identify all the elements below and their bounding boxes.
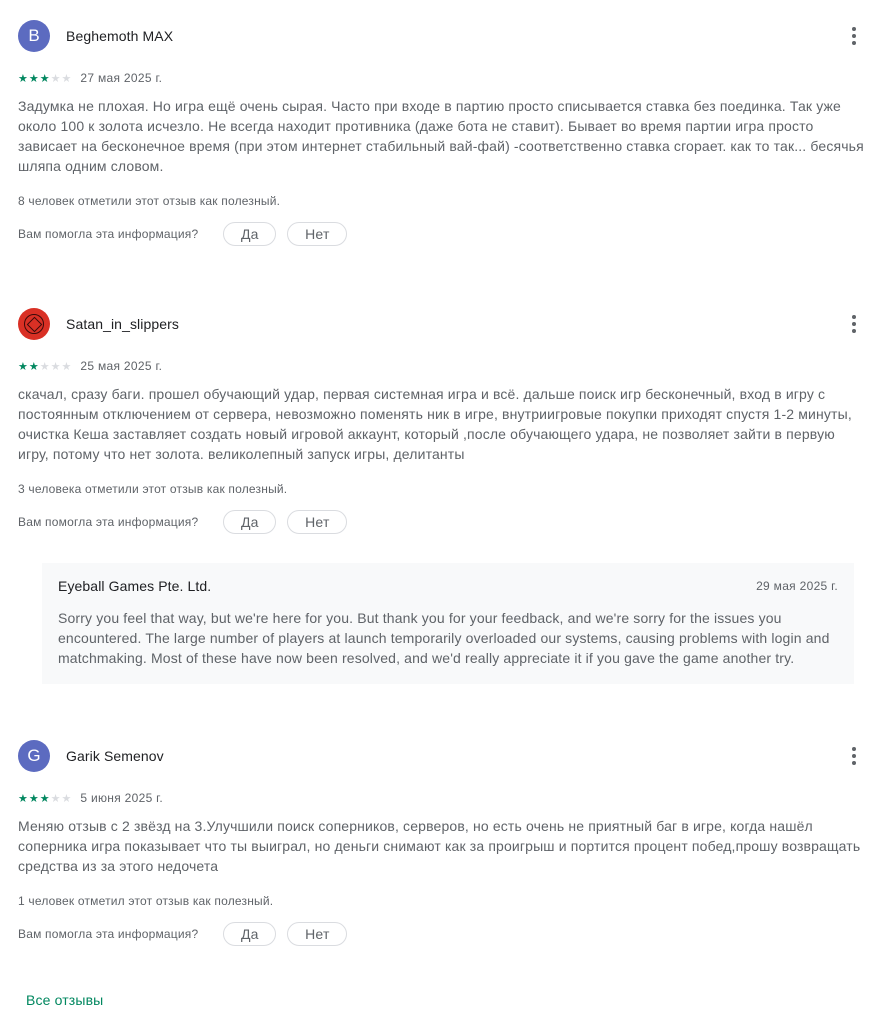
all-reviews-link[interactable]: Все отзывы bbox=[26, 992, 103, 1008]
helpful-feedback: Вам помогла эта информация? Да Нет bbox=[18, 510, 868, 534]
helpful-question: Вам помогла эта информация? bbox=[18, 515, 199, 529]
reply-date: 29 мая 2025 г. bbox=[756, 579, 838, 593]
review-meta: ★ ★ ★ ★ ★ 25 мая 2025 г. bbox=[18, 358, 868, 374]
star-empty-icon: ★ bbox=[61, 791, 72, 805]
star-filled-icon: ★ bbox=[18, 791, 28, 805]
review-text: Меняю отзыв с 2 звёзд на 3.Улучшили поис… bbox=[18, 818, 861, 874]
review-header: G Garik Semenov bbox=[18, 739, 868, 773]
review-author: Beghemoth MAX bbox=[66, 28, 174, 44]
star-filled-icon: ★ bbox=[28, 71, 39, 85]
review-date: 27 мая 2025 г. bbox=[80, 71, 163, 85]
star-filled-icon: ★ bbox=[18, 71, 28, 85]
reply-header: Eyeball Games Pte. Ltd. 29 мая 2025 г. bbox=[58, 578, 838, 594]
star-rating: ★ ★ ★ ★ ★ bbox=[18, 361, 71, 372]
avatar bbox=[18, 308, 50, 340]
star-empty-icon: ★ bbox=[50, 791, 61, 805]
review-meta: ★ ★ ★ ★ ★ 27 мая 2025 г. bbox=[18, 70, 868, 86]
helpful-count: 1 человек отметил этот отзыв как полезны… bbox=[18, 894, 274, 908]
star-empty-icon: ★ bbox=[50, 71, 61, 85]
avatar: G bbox=[18, 740, 50, 772]
review-author: Garik Semenov bbox=[66, 748, 164, 764]
star-filled-icon: ★ bbox=[39, 71, 50, 85]
helpful-question: Вам помогла эта информация? bbox=[18, 227, 199, 241]
helpful-yes-button[interactable]: Да bbox=[223, 922, 277, 946]
star-rating: ★ ★ ★ ★ ★ bbox=[18, 793, 71, 804]
avatar-letter: G bbox=[27, 746, 41, 765]
review-card: Satan_in_slippers ★ ★ ★ ★ ★ 25 мая 2025 г. с… bbox=[18, 307, 868, 534]
review-card: B Beghemoth MAX ★ ★ ★ ★ ★ 27 мая 2025 г. Зад… bbox=[18, 19, 868, 246]
avatar-letter: B bbox=[28, 26, 40, 45]
avatar: B bbox=[18, 20, 50, 52]
star-filled-icon: ★ bbox=[28, 791, 39, 805]
developer-name: Eyeball Games Pte. Ltd. bbox=[58, 578, 212, 594]
review-date: 25 мая 2025 г. bbox=[80, 359, 163, 373]
star-filled-icon: ★ bbox=[18, 359, 28, 373]
review-text: скачал, сразу баги. прошел обучающий уда… bbox=[18, 386, 852, 462]
helpful-no-button[interactable]: Нет bbox=[287, 510, 348, 534]
helpful-feedback: Вам помогла эта информация? Да Нет bbox=[18, 922, 868, 946]
helpful-no-button[interactable]: Нет bbox=[287, 922, 348, 946]
helpful-count: 3 человека отметили этот отзыв как полез… bbox=[18, 482, 288, 496]
helpful-no-button[interactable]: Нет bbox=[287, 222, 348, 246]
star-filled-icon: ★ bbox=[28, 359, 39, 373]
more-options-icon[interactable] bbox=[844, 313, 864, 335]
helpful-count: 8 человек отметили этот отзыв как полезн… bbox=[18, 194, 281, 208]
review-header: Satan_in_slippers bbox=[18, 307, 868, 341]
helpful-yes-button[interactable]: Да bbox=[223, 222, 277, 246]
star-empty-icon: ★ bbox=[39, 359, 50, 373]
star-rating: ★ ★ ★ ★ ★ bbox=[18, 73, 71, 84]
star-empty-icon: ★ bbox=[50, 359, 61, 373]
star-empty-icon: ★ bbox=[61, 71, 72, 85]
star-empty-icon: ★ bbox=[61, 359, 72, 373]
pentagram-icon bbox=[24, 314, 44, 334]
helpful-feedback: Вам помогла эта информация? Да Нет bbox=[18, 222, 868, 246]
review-meta: ★ ★ ★ ★ ★ 5 июня 2025 г. bbox=[18, 790, 868, 806]
review-author: Satan_in_slippers bbox=[66, 316, 179, 332]
review-date: 5 июня 2025 г. bbox=[80, 791, 164, 805]
developer-reply: Eyeball Games Pte. Ltd. 29 мая 2025 г. S… bbox=[42, 563, 854, 684]
helpful-question: Вам помогла эта информация? bbox=[18, 927, 199, 941]
review-header: B Beghemoth MAX bbox=[18, 19, 868, 53]
reply-text: Sorry you feel that way, but we're here … bbox=[58, 610, 830, 666]
review-card: G Garik Semenov ★ ★ ★ ★ ★ 5 июня 2025 г. Мен… bbox=[18, 739, 868, 946]
helpful-yes-button[interactable]: Да bbox=[223, 510, 277, 534]
review-text: Задумка не плохая. Но игра ещё очень сыр… bbox=[18, 98, 864, 174]
star-filled-icon: ★ bbox=[39, 791, 50, 805]
more-options-icon[interactable] bbox=[844, 25, 864, 47]
more-options-icon[interactable] bbox=[844, 745, 864, 767]
